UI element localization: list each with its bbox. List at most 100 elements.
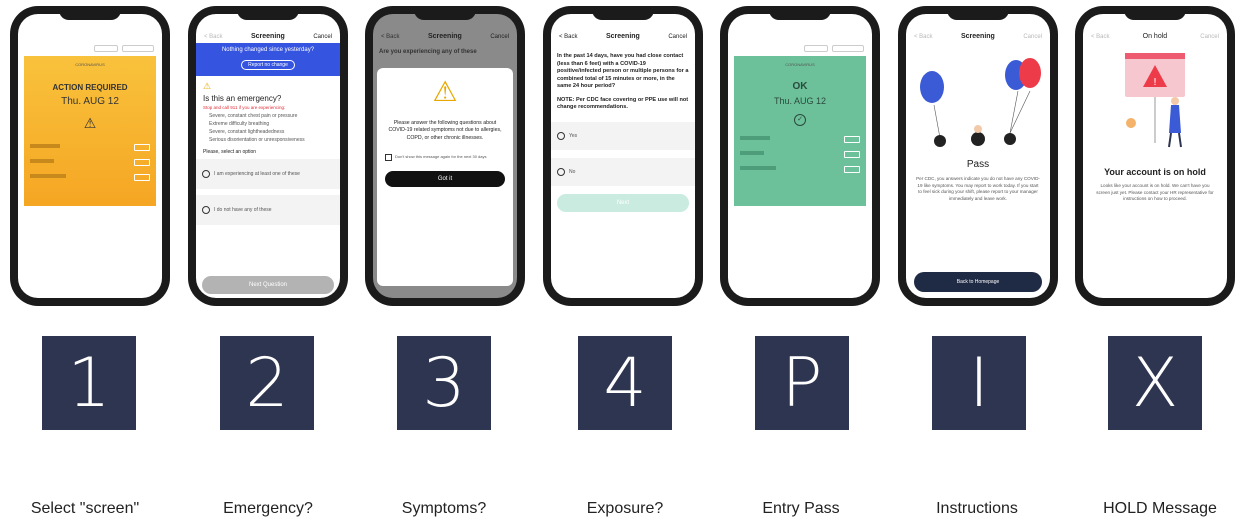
screen-symptoms: < Back Screening Cancel Are you experien… xyxy=(373,14,517,298)
option-radio[interactable]: Yes xyxy=(551,121,695,150)
bullet-item: Severe, constant chest pain or pressure xyxy=(209,113,298,119)
back-button[interactable]: < Back xyxy=(914,34,933,40)
step-label-x: X xyxy=(1108,336,1202,430)
date-label: Thu. AUG 12 xyxy=(61,96,119,107)
list-item[interactable] xyxy=(30,144,150,151)
screen-select: CORONAVIRUS ACTION REQUIRED Thu. AUG 12 … xyxy=(18,14,162,298)
step-label-2: 2 xyxy=(220,336,314,430)
cdc-note: NOTE: Per CDC face covering or PPE use w… xyxy=(557,96,689,111)
status-label: ACTION REQUIRED xyxy=(52,83,128,92)
result-title: Pass xyxy=(966,159,990,170)
checkbox-label: Don't show this message again for the ne… xyxy=(395,153,487,159)
list-item[interactable] xyxy=(740,136,860,143)
warning-icon: ⚠ xyxy=(203,81,212,91)
toggle-button[interactable] xyxy=(122,45,154,52)
nav-title: On hold xyxy=(1142,33,1168,40)
no-change-banner: Nothing changed since yesterday? Report … xyxy=(196,43,340,76)
back-button[interactable]: < Back xyxy=(204,34,223,40)
back-button[interactable]: < Back xyxy=(381,34,400,40)
cancel-button[interactable]: Cancel xyxy=(1023,34,1042,40)
hold-text: Looks like your account is on hold. We c… xyxy=(1096,183,1214,202)
screen-exposure: < Back Screening Cancel In the past 14 d… xyxy=(551,14,695,298)
nav-title: Screening xyxy=(605,33,640,40)
caption-hold-message: HOLD Message xyxy=(1103,500,1217,517)
radio-icon xyxy=(202,170,210,178)
exposure-question: In the past 14 days, have you had close … xyxy=(557,53,689,90)
phone-screen-1: CORONAVIRUS ACTION REQUIRED Thu. AUG 12 … xyxy=(10,6,170,306)
modal-text: Please answer the following questions ab… xyxy=(388,120,502,141)
option-radio[interactable]: No xyxy=(551,157,695,186)
step-label-p: P xyxy=(755,336,849,430)
cancel-button[interactable]: Cancel xyxy=(313,34,332,40)
bullet-item: Extreme difficulty breathing xyxy=(209,121,270,127)
back-to-homepage-button[interactable]: Back to Homepage xyxy=(914,272,1042,292)
step-label-4: 4 xyxy=(578,336,672,430)
svg-text:!: ! xyxy=(1153,77,1157,88)
bullet-item: Severe, constant lightheadedness xyxy=(209,129,285,135)
select-label: Please, select an option xyxy=(203,149,257,155)
next-button[interactable]: Next xyxy=(557,193,689,212)
warning-icon: ⚠ xyxy=(432,76,458,107)
question-title: Is this an emergency? xyxy=(203,94,282,103)
nav-title: Screening xyxy=(960,33,995,40)
caption-select-screen: Select "screen" xyxy=(30,500,140,517)
checkbox[interactable] xyxy=(385,153,392,161)
list-item[interactable] xyxy=(740,151,860,158)
option-label: I am experiencing at least one of these xyxy=(214,171,300,177)
radio-icon xyxy=(557,167,565,176)
screen-hold: < Back On hold Cancel ! Your account is … xyxy=(1083,14,1227,298)
result-text: Per CDC, you answers indicate you do not… xyxy=(916,176,1040,201)
step-label-3: 3 xyxy=(397,336,491,430)
toggle-button[interactable] xyxy=(94,45,118,52)
option-radio[interactable]: I do not have any of these xyxy=(196,195,340,225)
phone-notch xyxy=(414,6,476,20)
got-it-button[interactable]: Got it xyxy=(385,170,505,187)
balloons-illustration xyxy=(920,58,1041,147)
back-button[interactable]: < Back xyxy=(559,34,578,40)
caption-exposure: Exposure? xyxy=(586,500,664,517)
hold-illustration: ! xyxy=(1125,53,1185,148)
date-label: Thu. AUG 12 xyxy=(773,96,827,106)
toggle-button[interactable] xyxy=(832,45,864,52)
phone-screen-p: CORONAVIRUS OK Thu. AUG 12 ✓ xyxy=(720,6,880,306)
phone-notch xyxy=(1124,6,1186,20)
option-label: No xyxy=(569,168,576,175)
step-label-i: I xyxy=(932,336,1026,430)
caption-emergency: Emergency? xyxy=(223,500,313,517)
next-question-button[interactable]: Next Question xyxy=(202,276,334,294)
phone-notch xyxy=(947,6,1009,20)
warning-text: Stop and call 911 if you are experiencin… xyxy=(203,105,286,110)
back-button[interactable]: < Back xyxy=(1091,34,1110,40)
screen-instructions: < Back Screening Cancel Pass Per CDC, yo… xyxy=(906,14,1050,298)
phone-notch xyxy=(237,6,299,20)
info-modal: ⚠ Please answer the following questions … xyxy=(377,68,513,286)
bullet-item: Serious disorientation or unresponsivene… xyxy=(209,137,305,143)
option-label: Yes xyxy=(569,132,578,139)
screen-entry-pass: CORONAVIRUS OK Thu. AUG 12 ✓ xyxy=(728,14,872,298)
phone-notch xyxy=(592,6,654,20)
header-question: Are you experiencing any of these xyxy=(379,49,477,55)
option-label: I do not have any of these xyxy=(214,207,272,213)
card-header: CORONAVIRUS xyxy=(785,62,815,67)
hold-title: Your account is on hold xyxy=(1104,167,1206,177)
list-item[interactable] xyxy=(30,174,150,181)
nav-title: Screening xyxy=(427,33,462,40)
toggle-button[interactable] xyxy=(804,45,828,52)
phone-screen-4: < Back Screening Cancel In the past 14 d… xyxy=(543,6,703,306)
option-radio[interactable]: I am experiencing at least one of these xyxy=(196,159,340,189)
report-no-change-button[interactable]: Report no change xyxy=(241,60,295,70)
cancel-button[interactable]: Cancel xyxy=(490,34,509,40)
cancel-button[interactable]: Cancel xyxy=(1200,34,1219,40)
status-label: OK xyxy=(792,81,808,92)
phone-notch xyxy=(769,6,831,20)
list-item[interactable] xyxy=(30,159,150,166)
caption-symptoms: Symptoms? xyxy=(401,500,487,517)
phone-screen-2: < Back Screening Cancel Nothing changed … xyxy=(188,6,348,306)
status-card[interactable]: CORONAVIRUS ACTION REQUIRED Thu. AUG 12 … xyxy=(24,56,156,206)
pass-card[interactable]: CORONAVIRUS OK Thu. AUG 12 ✓ xyxy=(734,56,866,206)
caption-instructions: Instructions xyxy=(936,500,1018,517)
phone-screen-3: < Back Screening Cancel Are you experien… xyxy=(365,6,525,306)
list-item[interactable] xyxy=(740,166,860,173)
cancel-button[interactable]: Cancel xyxy=(668,34,687,40)
warning-icon: ⚠ xyxy=(83,115,97,131)
